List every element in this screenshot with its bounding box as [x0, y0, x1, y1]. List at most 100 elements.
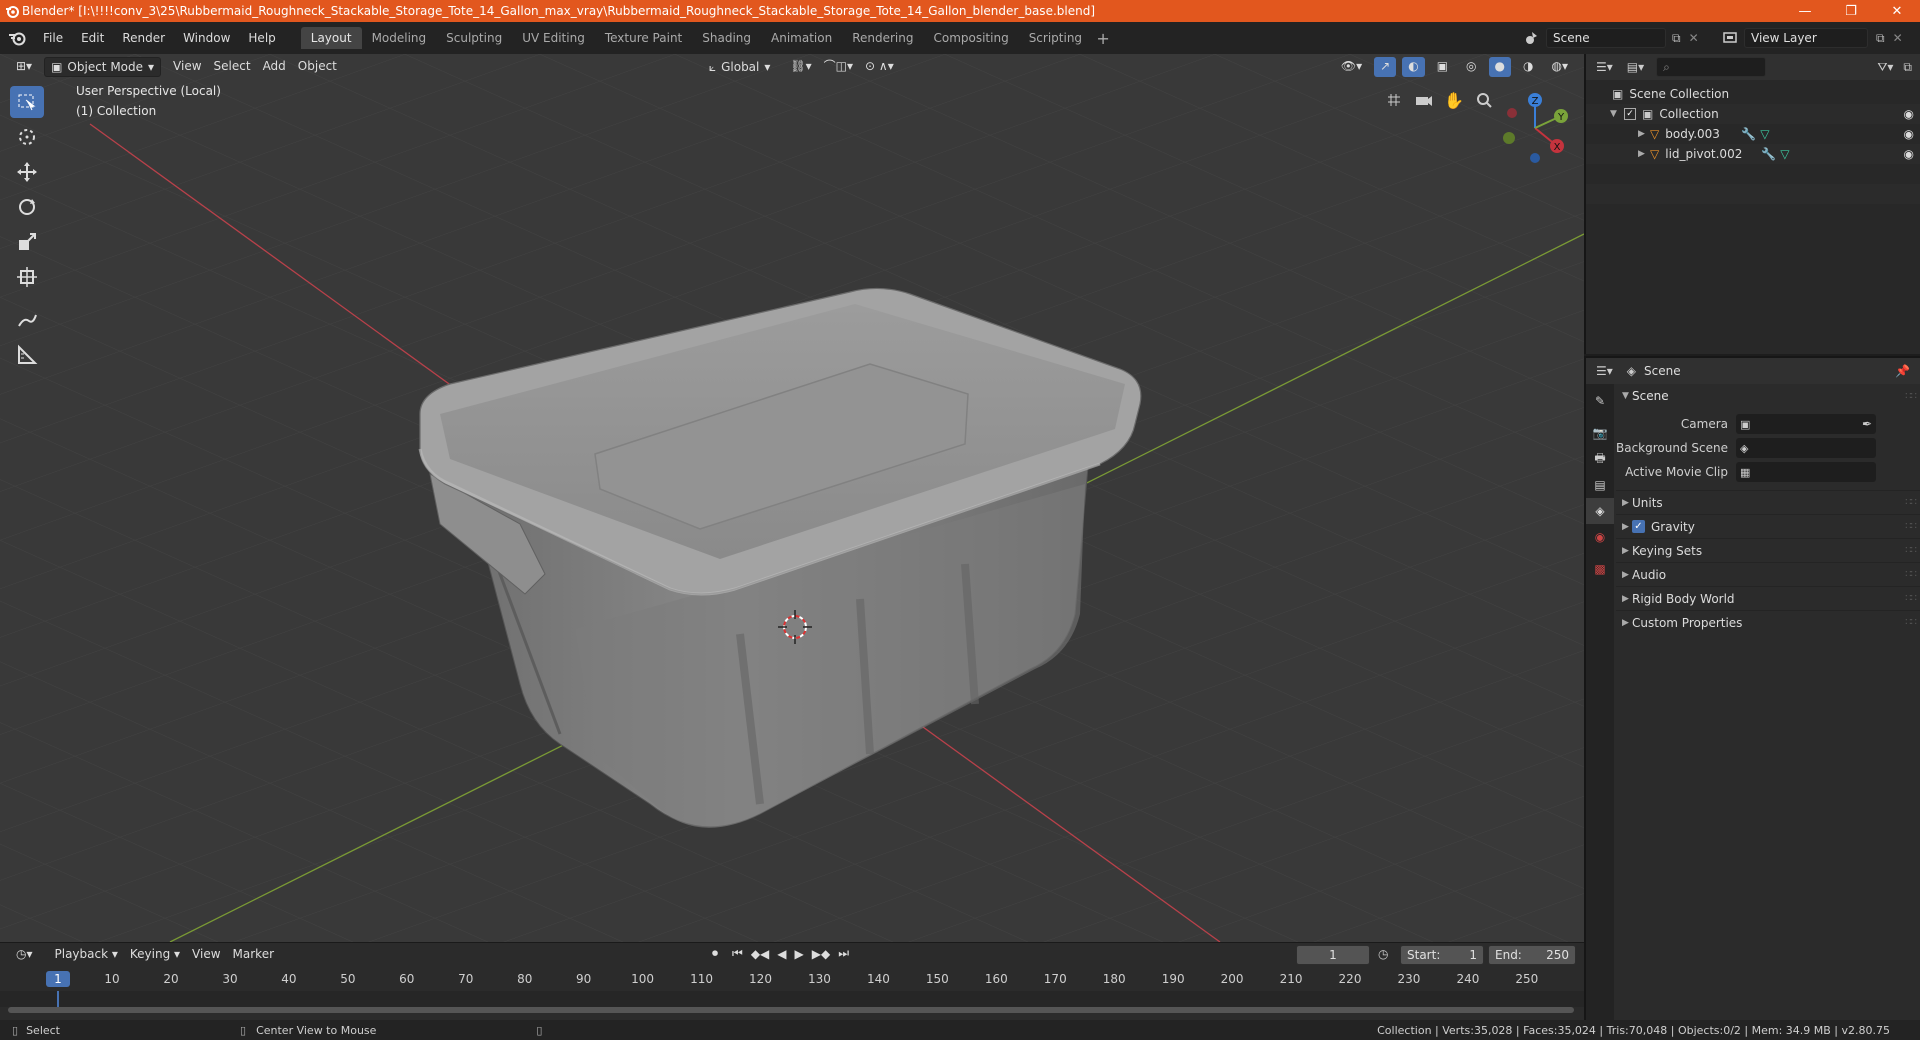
view-layer-icon[interactable]: [1722, 30, 1740, 46]
view-layer-field[interactable]: View Layer: [1744, 28, 1868, 48]
timeline-scrollbar[interactable]: [8, 1007, 1574, 1013]
modifier-wrench-icon[interactable]: 🔧: [1761, 147, 1776, 161]
view-layer-remove-icon[interactable]: ✕: [1893, 31, 1903, 45]
outliner-editor-type-icon[interactable]: ☰▾: [1596, 60, 1613, 74]
toggle-grid-view-icon[interactable]: [1380, 86, 1408, 114]
scene-remove-icon[interactable]: ✕: [1689, 31, 1699, 45]
menu-file[interactable]: File: [34, 26, 72, 50]
display-mode-icon[interactable]: ▤▾: [1627, 60, 1644, 74]
expand-arrow-icon[interactable]: ▼: [1610, 109, 1624, 119]
view-layer-tab-icon[interactable]: ▤: [1586, 472, 1614, 498]
visibility-icon[interactable]: 👁▾: [1335, 57, 1368, 77]
menu-render[interactable]: Render: [113, 26, 174, 50]
collection-checkbox[interactable]: ✓: [1624, 108, 1636, 120]
properties-editor-type-icon[interactable]: ☰▾: [1596, 364, 1613, 378]
tab-modeling[interactable]: Modeling: [362, 27, 437, 49]
orientation-dropdown[interactable]: ⟀ Global ▾: [703, 57, 777, 77]
tab-texture-paint[interactable]: Texture Paint: [595, 27, 692, 49]
maximize-button[interactable]: ❐: [1828, 0, 1874, 22]
viewport-menu-view[interactable]: View: [167, 57, 207, 77]
audio-panel[interactable]: ▶ Audio ∷∷: [1616, 562, 1920, 586]
tab-rendering[interactable]: Rendering: [842, 27, 923, 49]
select-box-tool-icon[interactable]: [10, 86, 44, 118]
units-panel[interactable]: ▶ Units ∷∷: [1616, 490, 1920, 514]
current-frame-field[interactable]: 1: [1296, 945, 1370, 965]
timeline-track[interactable]: [0, 991, 1584, 1007]
outliner-row-scene-collection[interactable]: ▣ Scene Collection: [1586, 84, 1920, 104]
tab-shading[interactable]: Shading: [692, 27, 761, 49]
shading-wireframe-icon[interactable]: ◎: [1460, 57, 1482, 77]
add-workspace-button[interactable]: +: [1092, 29, 1114, 48]
viewport-menu-select[interactable]: Select: [208, 57, 257, 77]
editor-type-icon[interactable]: ⊞▾: [10, 57, 38, 77]
move-tool-icon[interactable]: [10, 156, 44, 188]
timeline-editor-type-icon[interactable]: ◷▾: [10, 945, 39, 965]
camera-view-icon[interactable]: [1410, 86, 1438, 114]
tool-settings-tab-icon[interactable]: ✎: [1586, 388, 1614, 414]
tab-scripting[interactable]: Scripting: [1019, 27, 1092, 49]
eye-icon[interactable]: ◉: [1904, 147, 1914, 161]
annotate-tool-icon[interactable]: [10, 304, 44, 336]
tab-sculpting[interactable]: Sculpting: [436, 27, 512, 49]
outliner-row-collection[interactable]: ▼ ✓ ▣ Collection ◉: [1586, 104, 1920, 124]
play-icon[interactable]: ▶: [795, 947, 804, 961]
mesh-data-icon[interactable]: ▽: [1760, 127, 1769, 141]
blender-menu-icon[interactable]: [0, 22, 34, 54]
timeline-menu-marker[interactable]: Marker: [227, 945, 280, 965]
pin-icon[interactable]: 📌: [1895, 364, 1910, 378]
keying-sets-panel[interactable]: ▶ Keying Sets ∷∷: [1616, 538, 1920, 562]
expand-arrow-icon[interactable]: ▶: [1638, 129, 1650, 139]
drag-handle-icon[interactable]: ∷∷: [1905, 593, 1917, 604]
tab-layout[interactable]: Layout: [300, 27, 362, 49]
current-frame-indicator[interactable]: 1: [46, 971, 70, 987]
transform-tool-icon[interactable]: [10, 261, 44, 293]
background-scene-field[interactable]: ◈: [1736, 438, 1876, 458]
tab-animation[interactable]: Animation: [761, 27, 842, 49]
camera-field[interactable]: ▣ ✒: [1736, 414, 1876, 434]
drag-handle-icon[interactable]: ∷∷: [1905, 497, 1917, 508]
mode-dropdown[interactable]: ▣ Object Mode ▾: [44, 57, 162, 77]
scale-tool-icon[interactable]: [10, 226, 44, 258]
start-frame-field[interactable]: Start: 1: [1400, 945, 1484, 965]
pan-view-icon[interactable]: ✋: [1440, 86, 1468, 114]
new-collection-icon[interactable]: ⧉: [1903, 60, 1912, 75]
cursor-tool-icon[interactable]: [10, 121, 44, 153]
eyedropper-icon[interactable]: ✒: [1862, 417, 1872, 431]
menu-window[interactable]: Window: [174, 26, 239, 50]
world-tab-icon[interactable]: ◉: [1586, 524, 1614, 550]
timeline-menu-keying[interactable]: Keying ▾: [124, 945, 186, 965]
eye-icon[interactable]: ◉: [1904, 107, 1914, 121]
view-layer-browse-icon[interactable]: ⧉: [1876, 31, 1885, 46]
play-reverse-icon[interactable]: ◀: [777, 947, 786, 961]
shading-rendered-icon[interactable]: ◍▾: [1546, 57, 1575, 77]
jump-keyframe-back-icon[interactable]: ◆◀: [751, 947, 769, 961]
gravity-panel[interactable]: ▶ ✓ Gravity ∷∷: [1616, 514, 1920, 538]
outliner-row-object[interactable]: ▶ ▽ body.003 🔧 ▽ ◉: [1586, 124, 1920, 144]
viewport-menu-add[interactable]: Add: [257, 57, 292, 77]
shading-solid-icon[interactable]: ●: [1488, 57, 1512, 77]
render-tab-icon[interactable]: 📷: [1586, 420, 1614, 446]
rigid-body-world-panel[interactable]: ▶ Rigid Body World ∷∷: [1616, 586, 1920, 610]
eye-icon[interactable]: ◉: [1904, 127, 1914, 141]
mesh-data-icon[interactable]: ▽: [1780, 147, 1789, 161]
gizmo-toggle-icon[interactable]: ↗: [1374, 57, 1397, 77]
3d-viewport[interactable]: ⊞▾ ▣ Object Mode ▾ View Select Add Objec…: [0, 54, 1584, 942]
filter-icon[interactable]: ⛛▾: [1877, 60, 1893, 75]
measure-tool-icon[interactable]: [10, 339, 44, 371]
end-frame-field[interactable]: End: 250: [1488, 945, 1576, 965]
outliner-search-input[interactable]: ⌕: [1656, 57, 1767, 77]
scene-icon[interactable]: [1524, 30, 1542, 46]
drag-handle-icon[interactable]: ∷∷: [1905, 545, 1917, 556]
viewport-menu-object[interactable]: Object: [292, 57, 343, 77]
jump-start-icon[interactable]: ⏮: [732, 946, 743, 961]
custom-properties-panel[interactable]: ▶ Custom Properties ∷∷: [1616, 610, 1920, 634]
drag-handle-icon[interactable]: ∷∷: [1905, 617, 1917, 628]
timeline-menu-playback[interactable]: Playback ▾: [49, 945, 124, 965]
snap-icon[interactable]: ⌒◫▾: [818, 57, 859, 77]
pivot-icon[interactable]: ⛓▾: [784, 57, 817, 77]
navigation-gizmo[interactable]: Z X Y: [1495, 88, 1575, 168]
modifier-wrench-icon[interactable]: 🔧: [1741, 127, 1756, 141]
xray-toggle-icon[interactable]: ▣: [1431, 57, 1454, 77]
record-icon[interactable]: ⏺: [712, 946, 718, 961]
rotate-tool-icon[interactable]: [10, 191, 44, 223]
